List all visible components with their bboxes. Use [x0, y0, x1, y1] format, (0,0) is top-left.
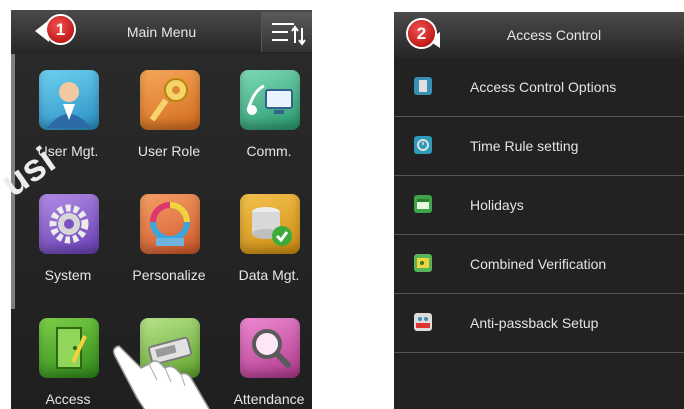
tile-personalize[interactable]: Personalize — [132, 184, 206, 299]
gear-icon — [39, 194, 99, 254]
tile-label: User Role — [137, 143, 201, 159]
menu-item-label: Time Rule setting — [470, 138, 579, 154]
menu-item-label: Combined Verification — [470, 256, 607, 272]
hand-pointer-icon — [112, 345, 211, 409]
tile-system[interactable]: System — [33, 184, 103, 299]
tile-label: Comm. — [246, 143, 292, 159]
verification-icon — [414, 254, 432, 272]
options-icon — [414, 77, 432, 95]
palette-icon — [140, 194, 200, 254]
sort-menu-button[interactable] — [261, 12, 312, 52]
key-icon — [140, 70, 200, 130]
main-menu-screen: Main Menu User Mgt. User Role Comm. Syst… — [11, 10, 312, 409]
clock-icon — [414, 136, 432, 154]
tile-label: Data Mgt. — [238, 267, 300, 283]
tile-label: Attendance — [233, 391, 305, 407]
tile-comm[interactable]: Comm. — [234, 60, 304, 175]
tile-user-role[interactable]: User Role — [134, 60, 204, 175]
door-icon — [39, 318, 99, 378]
tile-data-mgt[interactable]: Data Mgt. — [234, 184, 304, 299]
step-1-badge: 1 — [47, 16, 74, 43]
tile-attendance[interactable]: Attendance — [234, 308, 304, 409]
access-control-screen: Access Control Access Control Options Ti… — [394, 12, 684, 409]
menu-item-label: Access Control Options — [470, 79, 617, 95]
menu-item-holidays[interactable]: Holidays — [394, 176, 684, 235]
menu-item-time-rule-setting[interactable]: Time Rule setting — [394, 117, 684, 176]
tile-label: System — [44, 267, 92, 283]
calendar-icon — [414, 195, 432, 213]
user-icon — [39, 70, 99, 130]
access-control-header: Access Control — [394, 12, 684, 58]
sort-icon — [272, 23, 306, 46]
magnifier-icon — [240, 318, 300, 378]
database-icon — [240, 194, 300, 254]
step-2-badge: 2 — [408, 20, 435, 47]
menu-item-label: Holidays — [470, 197, 524, 213]
tile-access-control[interactable]: Access — [33, 308, 103, 409]
menu-item-access-control-options[interactable]: Access Control Options — [394, 58, 684, 117]
tile-label: Access — [45, 391, 91, 407]
access-control-title: Access Control — [506, 27, 602, 43]
network-icon — [240, 70, 300, 130]
menu-item-combined-verification[interactable]: Combined Verification — [394, 235, 684, 294]
menu-item-label: Anti-passback Setup — [470, 315, 599, 331]
anti-passback-icon — [414, 313, 432, 331]
menu-item-anti-passback-setup[interactable]: Anti-passback Setup — [394, 294, 684, 353]
tile-label: Personalize — [132, 267, 206, 283]
